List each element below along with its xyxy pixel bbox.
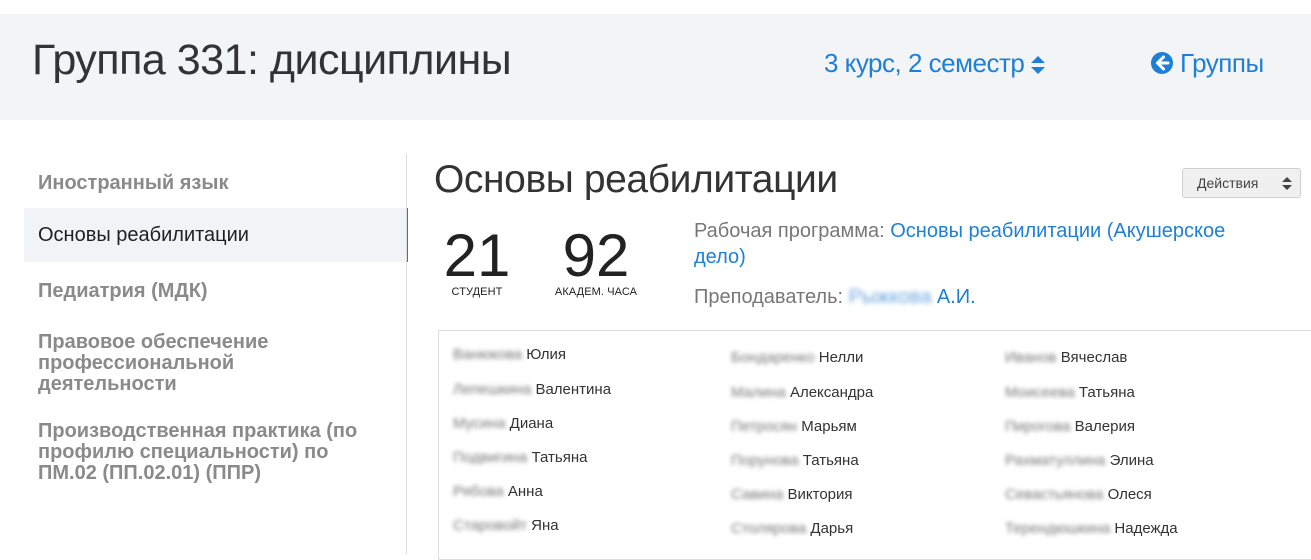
student-surname: Мусина — [453, 415, 506, 432]
sidebar-item-foreign-language[interactable]: Иностранный язык — [24, 154, 408, 208]
student-name: Татьяна — [531, 449, 588, 466]
discipline-sidebar: Иностранный язык Основы реабилитации Пед… — [24, 154, 408, 537]
student-surname: Савина — [731, 486, 784, 503]
student-item: Столярова Дарья — [731, 520, 853, 537]
student-surname: Лепешкина — [453, 381, 532, 398]
student-surname: Рябова — [453, 483, 504, 500]
student-item: Пирогова Валерия — [1005, 418, 1135, 435]
actions-label: Действия — [1197, 175, 1259, 191]
student-surname: Рахматуллина — [1005, 452, 1106, 469]
student-name: Нелли — [818, 349, 864, 366]
sidebar-item-label: Основы реабилитации — [38, 224, 249, 246]
sidebar-item-practice[interactable]: Производственная практика (по профилю сп… — [24, 417, 408, 537]
student-surname: Пирогова — [1005, 418, 1071, 435]
hours-count-value: 92 — [562, 222, 630, 289]
student-name: Юлия — [526, 346, 567, 363]
student-name: Виктория — [787, 486, 853, 503]
student-surname: Бондаренко — [731, 349, 815, 366]
sidebar-item-label: Педиатрия (МДК) — [38, 280, 208, 302]
student-surname: Старовойт — [453, 517, 527, 534]
student-surname: Петросян — [731, 418, 798, 435]
circle-arrow-left-icon — [1151, 52, 1173, 74]
work-program-label: Рабочая программа: — [694, 220, 885, 242]
page-header: Группа 331: дисциплины 3 курс, 2 семестр… — [0, 14, 1311, 120]
student-item: Моисеева Татьяна — [1005, 384, 1135, 401]
sort-icon — [1282, 177, 1292, 190]
teacher: Преподаватель: Рыжкова А.И. — [694, 286, 976, 309]
student-item: Лепешкина Валентина — [453, 381, 611, 398]
student-item: Порунова Татьяна — [731, 452, 859, 469]
students-count: 21 СТУДЕНТ — [440, 222, 514, 299]
student-item: Иванов Вячеслав — [1005, 349, 1127, 366]
sidebar-item-rehabilitation[interactable]: Основы реабилитации — [24, 208, 408, 262]
page-title: Группа 331: дисциплины — [32, 36, 512, 84]
teacher-surname: Рыжкова — [848, 286, 932, 308]
sidebar-divider — [406, 154, 407, 554]
hours-count-label: АКАДЕМ. ЧАСА — [554, 286, 638, 298]
student-name: Олеся — [1107, 486, 1152, 503]
student-name: Яна — [531, 517, 559, 534]
student-item: Терендюшкина Надежда — [1005, 520, 1178, 537]
groups-link[interactable]: Группы — [1150, 48, 1264, 79]
student-item: Рябова Анна — [453, 483, 543, 500]
student-name: Александра — [789, 384, 874, 401]
groups-link-label: Группы — [1180, 48, 1264, 78]
student-name: Марьям — [801, 418, 857, 435]
teacher-initials: А.И. — [936, 286, 976, 308]
student-name: Валерия — [1074, 418, 1135, 435]
teacher-link[interactable]: Рыжкова А.И. — [849, 286, 976, 308]
semester-selector[interactable]: 3 курс, 2 семестр — [824, 48, 1046, 79]
semester-label: 3 курс, 2 семестр — [824, 48, 1025, 78]
discipline-title: Основы реабилитации — [434, 158, 838, 201]
student-item: Малина Александра — [731, 384, 873, 401]
sidebar-item-label: Иностранный язык — [38, 172, 229, 194]
sidebar-item-label: Производственная практика (по профилю сп… — [38, 420, 358, 484]
student-surname: Малина — [731, 384, 786, 401]
students-count-value: 21 — [443, 222, 511, 289]
student-name: Диана — [509, 415, 554, 432]
sidebar-item-legal-support[interactable]: Правовое обеспечение профессиональной де… — [24, 314, 408, 417]
student-surname: Иванов — [1005, 349, 1057, 366]
student-surname: Столярова — [731, 520, 807, 537]
student-surname: Терендюшкина — [1005, 520, 1111, 537]
student-item: Рахматуллина Элина — [1005, 452, 1154, 469]
student-surname: Порунова — [731, 452, 799, 469]
sidebar-item-pediatrics[interactable]: Педиатрия (МДК) — [24, 262, 408, 314]
student-item: Бондаренко Нелли — [731, 349, 863, 366]
student-item: Подвигина Татьяна — [453, 449, 587, 466]
teacher-label: Преподаватель: — [694, 286, 844, 308]
sidebar-item-label: Правовое обеспечение профессиональной де… — [38, 331, 269, 395]
sort-icon — [1031, 56, 1046, 75]
student-name: Анна — [507, 483, 543, 500]
student-name: Татьяна — [802, 452, 859, 469]
work-program: Рабочая программа: Основы реабилитации (… — [694, 218, 1274, 270]
student-name: Дарья — [810, 520, 854, 537]
actions-dropdown[interactable]: Действия — [1182, 168, 1301, 198]
student-surname: Моисеева — [1005, 384, 1075, 401]
student-surname: Подвигина — [453, 449, 528, 466]
student-item: Ванюкова Юлия — [453, 346, 566, 363]
student-name: Вячеслав — [1060, 349, 1128, 366]
student-name: Валентина — [535, 381, 612, 398]
student-item: Старовойт Яна — [453, 517, 559, 534]
student-name: Татьяна — [1078, 384, 1135, 401]
student-name: Элина — [1109, 452, 1154, 469]
student-item: Савина Виктория — [731, 486, 853, 503]
student-surname: Ванюкова — [453, 346, 523, 363]
student-item: Петросян Марьям — [731, 418, 857, 435]
students-list: Ванюкова Юлия Бондаренко Нелли Иванов Вяче… — [438, 330, 1311, 560]
student-item: Севастьянова Олеся — [1005, 486, 1152, 503]
student-surname: Севастьянова — [1005, 486, 1104, 503]
student-item: Мусина Диана — [453, 415, 553, 432]
hours-count: 92 АКАДЕМ. ЧАСА — [534, 222, 658, 299]
student-name: Надежда — [1114, 520, 1178, 537]
